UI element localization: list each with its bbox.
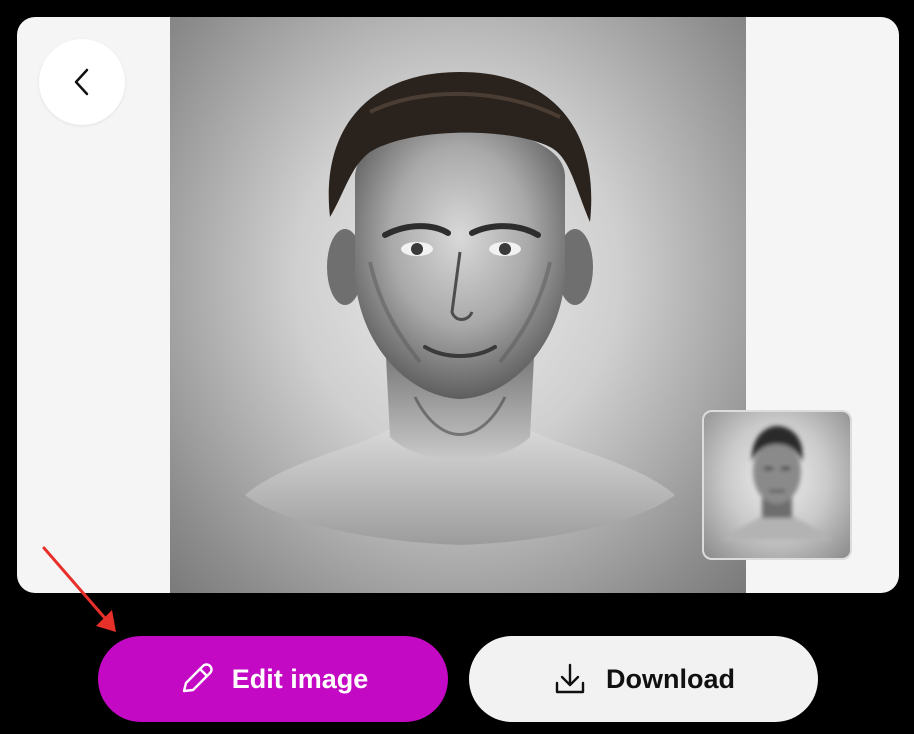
image-thumbnail[interactable]	[702, 410, 852, 560]
back-button[interactable]	[39, 39, 125, 125]
portrait-illustration	[245, 72, 675, 545]
edit-image-label: Edit image	[231, 663, 369, 694]
generated-image[interactable]	[170, 17, 746, 593]
download-icon	[552, 661, 588, 697]
pencil-icon	[178, 661, 214, 697]
chevron-left-icon	[74, 68, 89, 96]
download-button[interactable]: Download	[469, 636, 818, 722]
thumbnail-portrait	[722, 426, 832, 540]
edit-image-button[interactable]: Edit image	[98, 636, 448, 722]
image-preview-card	[17, 17, 899, 593]
download-label: Download	[606, 663, 735, 694]
